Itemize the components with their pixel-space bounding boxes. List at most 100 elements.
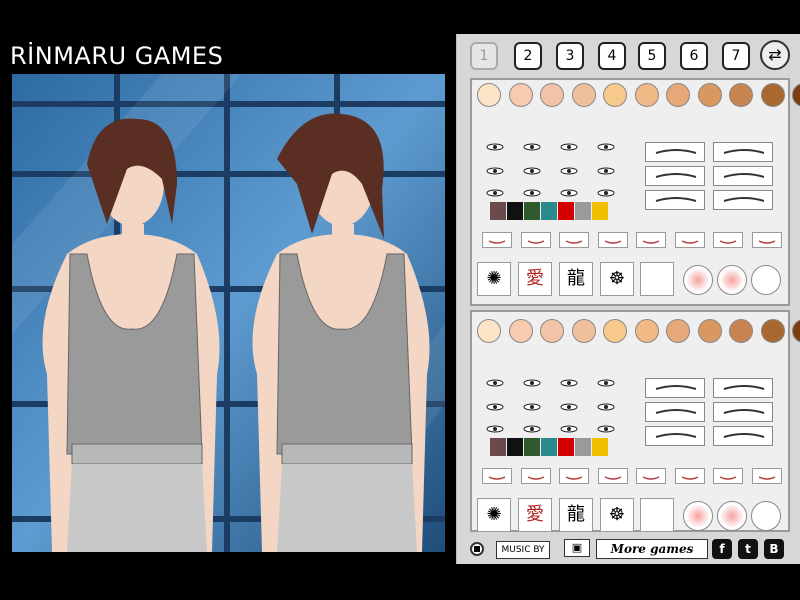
tab-4[interactable]: 4 bbox=[598, 42, 626, 70]
more-games-button[interactable]: More games bbox=[596, 539, 708, 559]
char1-eye-style-10[interactable] bbox=[523, 182, 541, 197]
char2-mouth-style-4[interactable] bbox=[597, 468, 628, 484]
tab-5[interactable]: 5 bbox=[638, 42, 666, 70]
char1-eye-style-7[interactable] bbox=[560, 160, 578, 175]
char1-mouth-style-5[interactable] bbox=[636, 232, 666, 248]
char1-blush-1[interactable] bbox=[683, 265, 713, 295]
char1-skin-tone-7[interactable] bbox=[666, 83, 690, 107]
tab-1[interactable]: 1 bbox=[470, 42, 498, 70]
char2-skin-tone-7[interactable] bbox=[666, 319, 690, 343]
char2-skin-tone-1[interactable] bbox=[477, 319, 501, 343]
char2-eye-color-6[interactable] bbox=[575, 438, 591, 456]
char2-eyebrow-style-3[interactable] bbox=[645, 402, 705, 422]
char1-mouth-style-6[interactable] bbox=[674, 232, 705, 248]
char1-eye-color-2[interactable] bbox=[507, 202, 523, 220]
char1-eyebrow-style-3[interactable] bbox=[645, 166, 705, 186]
char2-eye-style-11[interactable] bbox=[560, 418, 578, 433]
char2-skin-tone-10[interactable] bbox=[760, 319, 785, 343]
char1-eye-color-6[interactable] bbox=[575, 202, 591, 220]
char2-eyebrow-style-6[interactable] bbox=[713, 426, 773, 446]
char1-skin-tone-8[interactable] bbox=[697, 83, 722, 107]
char2-eye-color-1[interactable] bbox=[490, 438, 506, 456]
camera-icon[interactable]: ▣ bbox=[564, 539, 590, 557]
char2-mouth-style-3[interactable] bbox=[559, 468, 589, 484]
char1-eye-color-5[interactable] bbox=[558, 202, 574, 220]
char2-eye-style-2[interactable] bbox=[523, 372, 541, 387]
char2-mouth-style-7[interactable] bbox=[713, 468, 743, 484]
char1-mouth-style-1[interactable] bbox=[482, 232, 512, 248]
facebook-icon[interactable]: f bbox=[712, 539, 732, 559]
char1-eyebrow-style-4[interactable] bbox=[713, 166, 773, 186]
char1-eye-style-9[interactable] bbox=[486, 182, 504, 197]
char2-tattoo-none[interactable] bbox=[640, 498, 674, 532]
char2-eye-style-10[interactable] bbox=[523, 418, 541, 433]
char2-eye-style-5[interactable] bbox=[486, 396, 504, 411]
char1-skin-tone-4[interactable] bbox=[571, 83, 596, 107]
char1-eye-color-3[interactable] bbox=[524, 202, 540, 220]
char1-tattoo-1[interactable]: ✺ bbox=[477, 262, 511, 296]
char1-eye-style-12[interactable] bbox=[597, 182, 615, 197]
char2-eye-color-2[interactable] bbox=[507, 438, 523, 456]
char2-eyebrow-style-2[interactable] bbox=[713, 378, 773, 398]
char1-eye-color-1[interactable] bbox=[490, 202, 506, 220]
char2-eyebrow-style-5[interactable] bbox=[645, 426, 705, 446]
char2-mouth-style-1[interactable] bbox=[482, 468, 512, 484]
char2-skin-tone-5[interactable] bbox=[603, 319, 627, 343]
music-by-button[interactable]: MUSIC BY bbox=[496, 541, 550, 559]
char2-eye-style-9[interactable] bbox=[486, 418, 504, 433]
tab-6[interactable]: 6 bbox=[680, 42, 708, 70]
char1-eye-color-7[interactable] bbox=[592, 202, 608, 220]
char1-mouth-style-8[interactable] bbox=[751, 232, 782, 248]
tab-7[interactable]: 7 bbox=[722, 42, 750, 70]
char1-mouth-style-4[interactable] bbox=[597, 232, 628, 248]
char2-eye-style-1[interactable] bbox=[486, 372, 504, 387]
char1-skin-tone-9[interactable] bbox=[729, 83, 753, 107]
char1-eyebrow-style-1[interactable] bbox=[645, 142, 705, 162]
char1-blush-3[interactable] bbox=[751, 265, 781, 295]
char1-tattoo-2[interactable]: 愛 bbox=[518, 262, 552, 296]
char1-skin-tone-1[interactable] bbox=[477, 83, 501, 107]
char2-mouth-style-6[interactable] bbox=[674, 468, 705, 484]
char2-skin-tone-9[interactable] bbox=[729, 319, 753, 343]
char2-eye-style-8[interactable] bbox=[597, 396, 615, 411]
char2-eye-style-3[interactable] bbox=[560, 372, 578, 387]
blogger-icon[interactable]: B bbox=[764, 539, 784, 559]
char2-eye-color-5[interactable] bbox=[558, 438, 574, 456]
char1-tattoo-3[interactable]: 龍 bbox=[559, 262, 593, 296]
music-toggle-icon[interactable] bbox=[470, 542, 484, 556]
char2-tattoo-3[interactable]: 龍 bbox=[559, 498, 593, 532]
char1-eye-color-4[interactable] bbox=[541, 202, 557, 220]
char2-tattoo-1[interactable]: ✺ bbox=[477, 498, 511, 532]
char1-eye-style-4[interactable] bbox=[597, 136, 615, 151]
char2-eyebrow-style-1[interactable] bbox=[645, 378, 705, 398]
char2-eye-style-6[interactable] bbox=[523, 396, 541, 411]
char2-blush-2[interactable] bbox=[717, 501, 747, 531]
char2-skin-tone-6[interactable] bbox=[634, 319, 659, 343]
char1-eyebrow-style-6[interactable] bbox=[713, 190, 773, 210]
char1-eyebrow-style-2[interactable] bbox=[713, 142, 773, 162]
char1-eye-style-1[interactable] bbox=[486, 136, 504, 151]
swap-characters-icon[interactable]: ⇄ bbox=[760, 40, 790, 70]
char2-mouth-style-5[interactable] bbox=[636, 468, 666, 484]
char2-skin-tone-4[interactable] bbox=[571, 319, 596, 343]
char2-blush-1[interactable] bbox=[683, 501, 713, 531]
char1-eyebrow-style-5[interactable] bbox=[645, 190, 705, 210]
tab-2[interactable]: 2 bbox=[514, 42, 542, 70]
char1-skin-tone-2[interactable] bbox=[508, 83, 533, 107]
char1-eye-style-5[interactable] bbox=[486, 160, 504, 175]
char2-eye-color-3[interactable] bbox=[524, 438, 540, 456]
char1-tattoo-4[interactable]: ☸ bbox=[600, 262, 634, 296]
char2-eyebrow-style-4[interactable] bbox=[713, 402, 773, 422]
char1-skin-tone-10[interactable] bbox=[760, 83, 785, 107]
char1-eye-style-6[interactable] bbox=[523, 160, 541, 175]
twitter-icon[interactable]: t bbox=[738, 539, 758, 559]
char1-mouth-style-7[interactable] bbox=[713, 232, 743, 248]
char2-eye-style-12[interactable] bbox=[597, 418, 615, 433]
char1-mouth-style-2[interactable] bbox=[520, 232, 551, 248]
char1-eye-style-8[interactable] bbox=[597, 160, 615, 175]
char1-mouth-style-3[interactable] bbox=[559, 232, 589, 248]
char2-eye-color-7[interactable] bbox=[592, 438, 608, 456]
char2-tattoo-2[interactable]: 愛 bbox=[518, 498, 552, 532]
char2-mouth-style-2[interactable] bbox=[520, 468, 551, 484]
char2-eye-style-4[interactable] bbox=[597, 372, 615, 387]
